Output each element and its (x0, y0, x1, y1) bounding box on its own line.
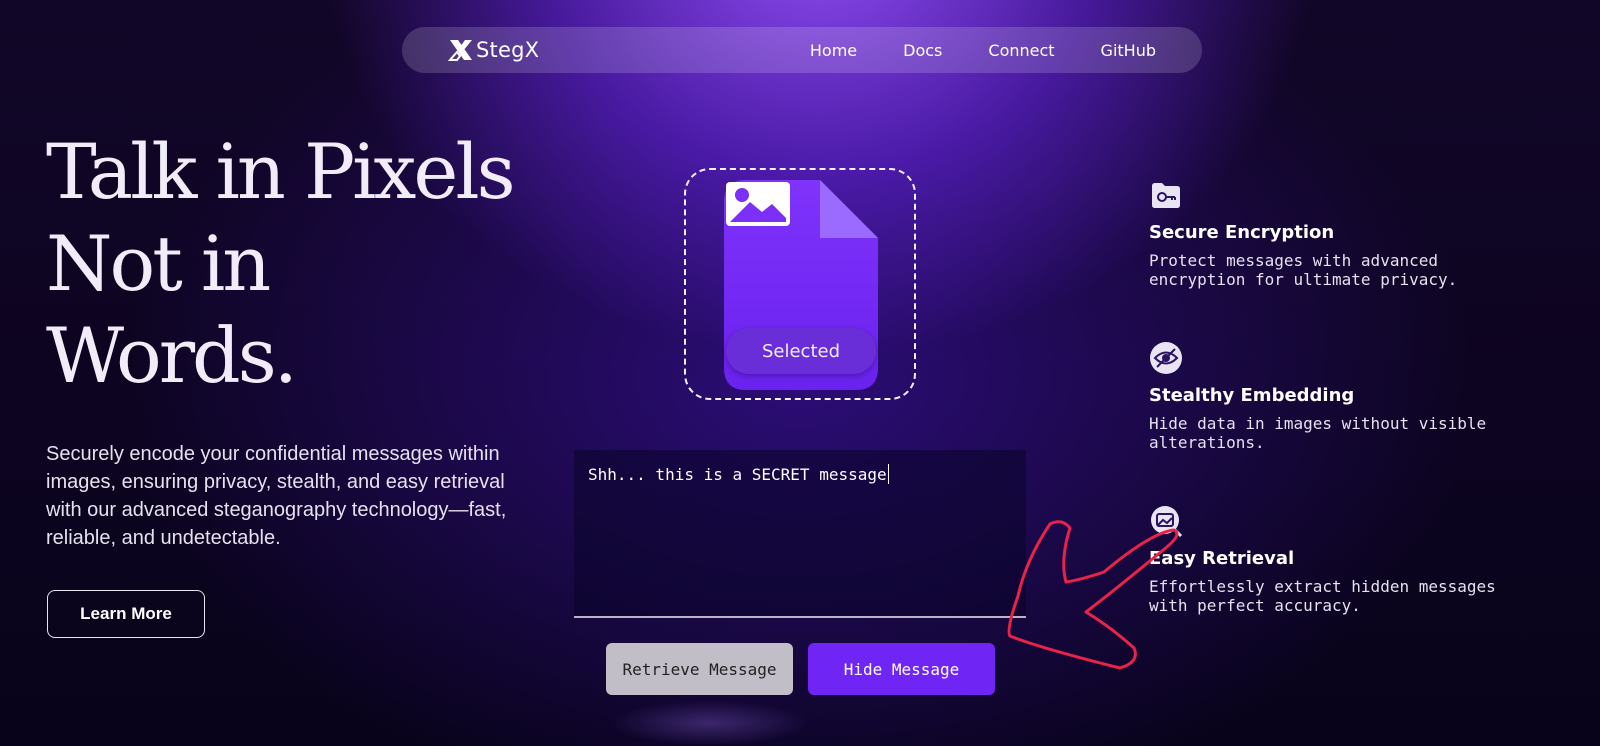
feature-description: Protect messages with advanced encryptio… (1149, 251, 1458, 289)
feature-title: Easy Retrieval (1149, 548, 1295, 569)
stegx-logo-icon (448, 40, 472, 61)
image-icon (726, 182, 790, 226)
hero-title: Talk in Pixels Not in Words. (46, 127, 516, 400)
nav-link-docs[interactable]: Docs (903, 41, 942, 60)
text-caret (887, 464, 889, 484)
secret-message-input[interactable]: Shh... this is a SECRET message (574, 450, 1026, 618)
nav-link-home[interactable]: Home (810, 41, 857, 60)
feature-title: Secure Encryption (1149, 222, 1335, 243)
nav-link-connect[interactable]: Connect (988, 41, 1054, 60)
feature-description: Effortlessly extract hidden messages wit… (1149, 577, 1496, 615)
selected-status-badge: Selected (726, 328, 876, 374)
bottom-glow (610, 700, 810, 746)
hide-message-button[interactable]: Hide Message (808, 643, 995, 695)
top-navbar: StegX Home Docs Connect GitHub (402, 27, 1202, 73)
eye-off-icon (1150, 342, 1182, 374)
brand-logo[interactable]: StegX (448, 36, 539, 64)
feature-easy-retrieval: Easy Retrieval Effortlessly extract hidd… (1149, 504, 1509, 615)
hero-description: Securely encode your confidential messag… (46, 443, 507, 549)
message-text: Shh... this is a SECRET message (588, 465, 887, 484)
brand-name: StegX (476, 38, 540, 62)
image-drop-zone[interactable]: Selected (684, 168, 916, 400)
feature-stealthy-embedding: Stealthy Embedding Hide data in images w… (1149, 341, 1509, 452)
feature-title: Stealthy Embedding (1149, 385, 1355, 406)
nav-links: Home Docs Connect GitHub (810, 27, 1156, 73)
feature-secure-encryption: Secure Encryption Protect messages with … (1149, 178, 1509, 289)
folder-key-icon (1152, 183, 1180, 208)
learn-more-button[interactable]: Learn More (47, 590, 205, 638)
feature-description: Hide data in images without visible alte… (1149, 414, 1487, 452)
annotation-arrow-icon (1007, 520, 1179, 670)
selected-file-card: Selected (724, 180, 880, 390)
retrieve-message-button[interactable]: Retrieve Message (606, 643, 793, 695)
nav-link-github[interactable]: GitHub (1101, 41, 1156, 60)
